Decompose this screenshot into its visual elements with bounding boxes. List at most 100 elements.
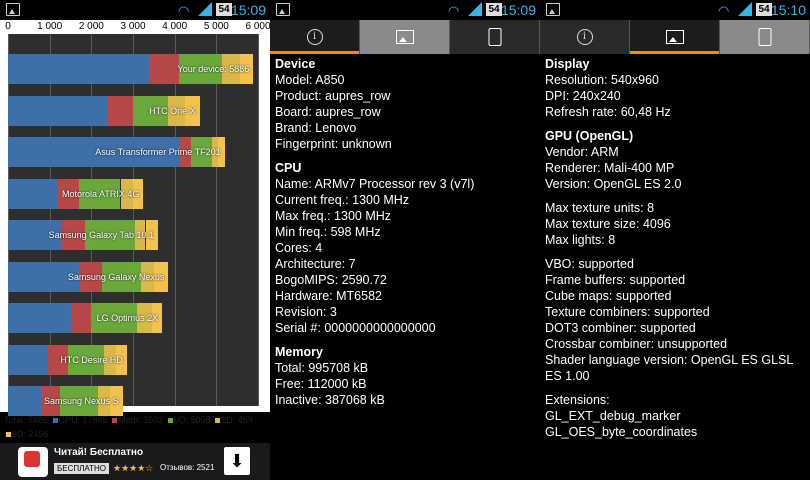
gpu-line: Frame buffers: supported <box>545 273 686 287</box>
gpu-line: Max texture units: 8 <box>545 201 655 215</box>
battery-icon: 54 <box>216 3 232 16</box>
bar-row: Motorola ATRIX 4G <box>8 178 258 209</box>
bar-segment-cpu <box>8 386 42 416</box>
device-line: Model: A850 <box>275 73 345 87</box>
gpu-line: Cube maps: supported <box>545 289 672 303</box>
memory-line: Free: 112000 kB <box>275 377 367 391</box>
free-badge: БЕСПЛАТНО <box>54 463 109 474</box>
image-icon <box>395 30 414 44</box>
legend-2d: 2D: 459 <box>221 415 253 425</box>
tab-info[interactable]: i <box>270 20 360 54</box>
status-bar: ◠ 54 15:10 <box>540 0 810 20</box>
device-info-panel: ◠ 54 15:09 i Device Model: A850 Product:… <box>270 0 540 480</box>
tab-info[interactable]: i <box>540 20 630 54</box>
display-line: Refresh rate: 60,48 Hz <box>545 105 671 119</box>
info-list: Display Resolution: 540x960 DPI: 240x240… <box>545 56 807 440</box>
info-icon: i <box>576 29 593 45</box>
gallery-notification-icon <box>6 3 20 16</box>
info-list: Device Model: A850 Product: aupres_row B… <box>275 56 537 408</box>
bar-label: HTC One X <box>149 105 196 116</box>
bar-row: HTC Desire HD <box>8 344 258 375</box>
x-tick-label: 1 000 <box>37 21 63 32</box>
gpu-line: Renderer: Mali-400 MP <box>545 161 675 175</box>
tab-phone[interactable] <box>720 20 810 54</box>
bar-row: Samsung Nexus S <box>8 386 258 416</box>
device-line: Fingerprint: unknown <box>275 137 392 151</box>
bar-chart: Your device: 5886 HTC One X Asus Transform… <box>8 34 259 416</box>
signal-icon <box>468 2 482 16</box>
display-heading: Display <box>545 57 590 71</box>
phone-icon <box>488 28 501 46</box>
gallery-notification-icon <box>276 3 290 16</box>
legend-io-swatch <box>167 418 173 423</box>
gpu-line: VBO: supported <box>545 257 634 271</box>
bar-label: Samsung Galaxy Nexus <box>67 271 165 282</box>
bar-label: Samsung Galaxy Tab 10.1 <box>48 230 154 240</box>
memory-line: Inactive: 387068 kB <box>275 393 385 407</box>
gallery-notification-icon <box>546 3 560 16</box>
status-bar: ◠ 54 15:09 <box>0 0 270 20</box>
gpu-line: Texture combiners: supported <box>545 305 710 319</box>
chart-legend: Total: 5886 CPU: 17865 Mem: 3592 I/O: 50… <box>4 413 266 441</box>
legend-cpu: CPU: 17865 <box>58 415 108 425</box>
gpu-line: Version: OpenGL ES 2.0 <box>545 177 682 191</box>
tab-display[interactable] <box>630 20 720 54</box>
gpu-line: GL_OES_byte_coordinates <box>545 425 698 439</box>
cpu-line: Name: ARMv7 Processor rev 3 (v7l) <box>275 177 475 191</box>
bar-row: Your device: 5886 <box>8 54 258 84</box>
memory-line: Total: 995708 kB <box>275 361 369 375</box>
device-line: Product: aupres_row <box>275 89 391 103</box>
gpu-line: Shader language version: OpenGL ES GLSL … <box>545 353 793 383</box>
wifi-icon: ◠ <box>448 3 460 18</box>
bar-label: LG Optimus 2X <box>96 313 159 323</box>
wifi-icon: ◠ <box>718 3 730 18</box>
legend-mem: Mem: 3592 <box>118 415 164 425</box>
bar-segment-mem <box>108 95 133 126</box>
tab-phone[interactable] <box>450 20 540 54</box>
ad-banner[interactable]: Читай! Бесплатно БЕСПЛАТНО ★★★★☆ Отзывов… <box>0 443 270 480</box>
x-tick-label: 4 000 <box>162 21 188 32</box>
cpu-line: Architecture: 7 <box>275 257 356 271</box>
battery-icon: 54 <box>756 3 772 16</box>
phone-icon <box>758 28 771 46</box>
clock: 15:10 <box>770 2 806 18</box>
bar-label: Motorola ATRIX 4G <box>62 188 140 199</box>
clock: 15:09 <box>500 2 536 18</box>
cpu-line: Min freq.: 598 MHz <box>275 225 381 239</box>
cpu-line: Cores: 4 <box>275 241 323 255</box>
reviews-count: Отзывов: 2521 <box>160 463 215 472</box>
tab-bar: i <box>270 20 540 54</box>
bar-segment-mem <box>148 54 180 84</box>
app-icon <box>18 447 48 477</box>
bar-label: Asus Transformer Prime TF201 <box>95 147 221 157</box>
bar-label: Your device: 5886 <box>177 64 250 74</box>
cpu-line: Serial #: 0000000000000000 <box>275 321 436 335</box>
display-line: Resolution: 540x960 <box>545 73 659 87</box>
tab-bar: i <box>540 20 810 54</box>
bar-segment-cpu <box>8 344 48 375</box>
gpu-line: Max lights: 8 <box>545 233 616 247</box>
gpu-line: Extensions: <box>545 393 610 407</box>
legend-total: Total: 5886 <box>4 415 49 425</box>
download-button[interactable]: ⬇ <box>224 447 250 475</box>
tab-display[interactable] <box>360 20 450 54</box>
bar-segment-mem <box>70 303 92 333</box>
bar-label: HTC Desire HD <box>60 354 123 365</box>
x-tick-label: 3 000 <box>120 21 146 32</box>
battery-icon: 54 <box>486 3 502 16</box>
cpu-line: BogoMIPS: 2590.72 <box>275 273 387 287</box>
ad-title: Читай! Бесплатно <box>54 447 144 458</box>
image-icon <box>665 30 684 44</box>
legend-2d-swatch <box>215 418 221 423</box>
bar-segment-cpu <box>8 54 149 84</box>
info-icon: i <box>306 29 323 45</box>
gpu-line: Max texture size: 4096 <box>545 217 671 231</box>
cpu-line: Revision: 3 <box>275 305 337 319</box>
bar-segment-cpu <box>8 178 58 209</box>
bar-label: Samsung Nexus S <box>44 396 119 406</box>
wifi-icon: ◠ <box>178 3 190 18</box>
gpu-line: Vendor: ARM <box>545 145 619 159</box>
x-axis-ticks: 0 1 000 2 000 3 000 4 000 5 000 6 000 <box>0 20 270 34</box>
bar-segment-cpu <box>8 95 108 126</box>
gpu-line: Crossbar combiner: unsupported <box>545 337 728 351</box>
